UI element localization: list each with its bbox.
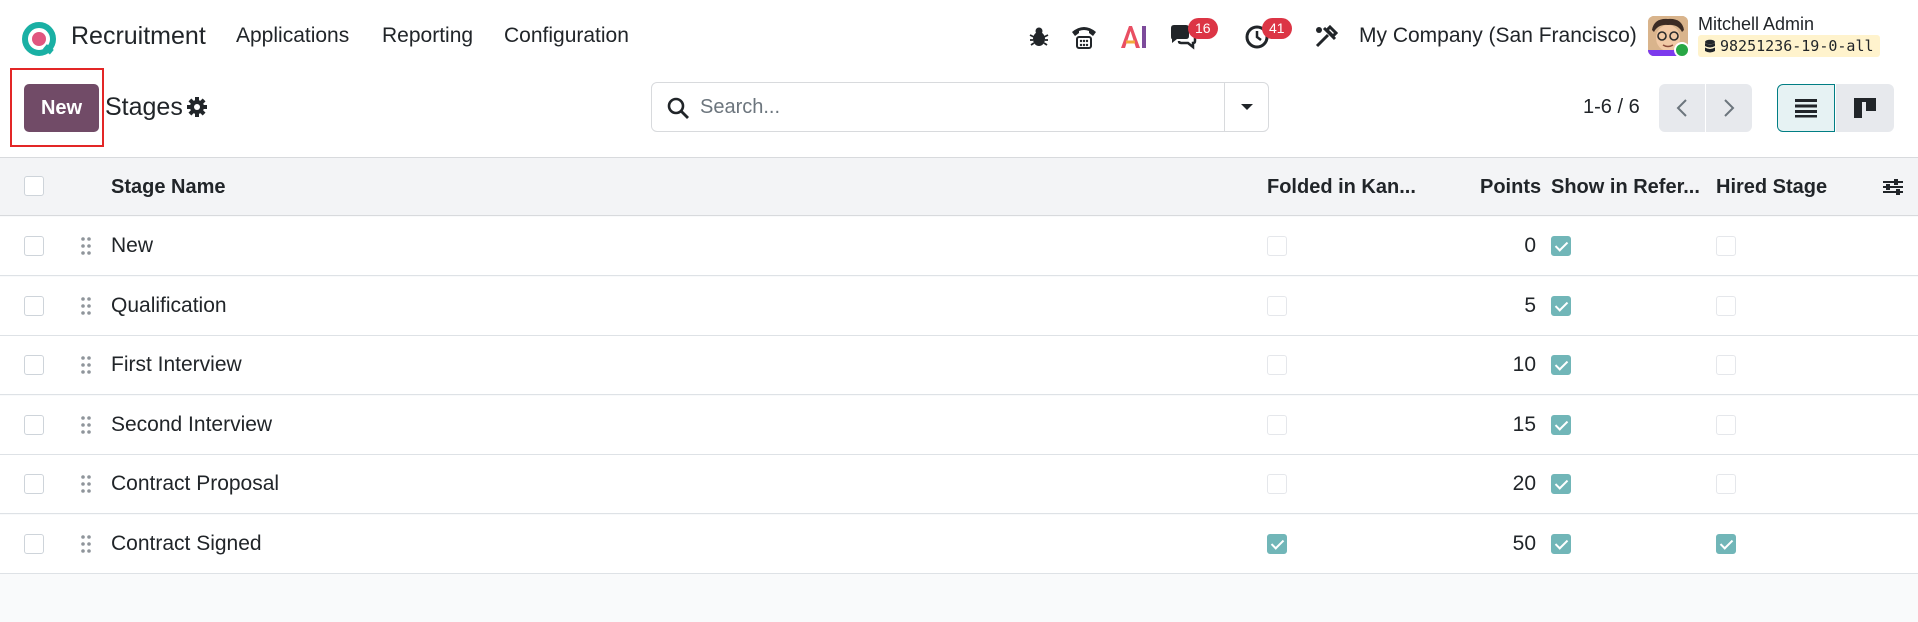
stage-name-cell[interactable]: Contract Proposal [111,472,279,496]
list-view-button[interactable] [1777,84,1835,132]
folded-checkbox[interactable] [1267,474,1287,494]
column-folded-in-kanban[interactable]: Folded in Kan... [1267,176,1416,199]
stage-name-cell[interactable]: Contract Signed [111,532,262,556]
show-in-referral-checkbox[interactable] [1551,534,1571,554]
select-all-checkbox[interactable] [24,176,44,196]
kanban-view-icon [1854,98,1876,118]
search-input[interactable] [700,93,1200,121]
show-in-referral-checkbox[interactable] [1551,236,1571,256]
drag-handle-icon[interactable] [80,236,92,256]
stage-name-cell[interactable]: New [111,234,153,258]
stage-name-cell[interactable]: First Interview [111,353,242,377]
table-row[interactable]: Qualification 5 [0,277,1918,336]
folded-checkbox[interactable] [1267,415,1287,435]
stage-name-cell[interactable]: Qualification [111,294,227,318]
hired-stage-checkbox[interactable] [1716,236,1736,256]
pager-value[interactable]: 1-6 / 6 [1583,96,1640,119]
drag-handle-icon[interactable] [80,296,92,316]
points-cell[interactable]: 0 [1480,234,1536,258]
debug-bug-icon[interactable] [1022,20,1056,54]
kanban-view-button[interactable] [1836,84,1894,132]
breadcrumb-stages: Stages [105,93,183,121]
points-cell[interactable]: 15 [1480,413,1536,437]
points-cell[interactable]: 10 [1480,353,1536,377]
folded-checkbox[interactable] [1267,355,1287,375]
new-button[interactable]: New [24,84,99,132]
database-badge: 98251236-19-0-all [1698,35,1880,57]
row-select-checkbox[interactable] [24,236,44,256]
chevron-right-icon [1724,99,1735,117]
hired-stage-checkbox[interactable] [1716,415,1736,435]
phone-icon[interactable] [1067,20,1101,54]
table-row[interactable]: Contract Proposal 20 [0,455,1918,514]
tools-icon[interactable] [1309,20,1343,54]
show-in-referral-checkbox[interactable] [1551,355,1571,375]
drag-handle-icon[interactable] [80,474,92,494]
database-name: 98251236-19-0-all [1720,37,1874,55]
menu-reporting[interactable]: Reporting [382,24,473,48]
pager-next-button[interactable] [1706,84,1752,132]
table-row[interactable]: Contract Signed 50 [0,515,1918,574]
row-select-checkbox[interactable] [24,534,44,554]
search-bar [651,82,1269,132]
show-in-referral-checkbox[interactable] [1551,415,1571,435]
drag-handle-icon[interactable] [80,415,92,435]
list-view-icon [1795,99,1817,118]
user-name[interactable]: Mitchell Admin [1698,14,1814,35]
points-cell[interactable]: 50 [1480,532,1536,556]
search-icon [667,97,689,119]
menu-configuration[interactable]: Configuration [504,24,629,48]
stage-name-cell[interactable]: Second Interview [111,413,272,437]
ai-icon[interactable] [1117,20,1151,54]
messages-count-badge: 16 [1188,18,1218,39]
top-navbar: Recruitment Applications Reporting Confi… [0,0,1918,74]
online-status-dot [1674,42,1690,58]
row-select-checkbox[interactable] [24,355,44,375]
gear-icon[interactable] [186,96,208,118]
pager-previous-button[interactable] [1659,84,1705,132]
company-switcher[interactable]: My Company (San Francisco) [1359,24,1637,48]
activities-count-badge: 41 [1262,18,1292,39]
column-hired-stage[interactable]: Hired Stage [1716,176,1827,199]
show-in-referral-checkbox[interactable] [1551,296,1571,316]
folded-checkbox[interactable] [1267,296,1287,316]
search-options-toggle[interactable] [1224,83,1268,131]
drag-handle-icon[interactable] [80,355,92,375]
caret-down-icon [1240,104,1253,110]
points-cell[interactable]: 5 [1480,294,1536,318]
list-header: Stage Name Folded in Kan... Points Show … [0,158,1918,216]
chevron-left-icon [1676,99,1687,117]
optional-columns-toggle-icon[interactable] [1882,177,1904,197]
menu-applications[interactable]: Applications [236,24,349,48]
column-stage-name[interactable]: Stage Name [111,176,226,199]
table-row[interactable]: Second Interview 15 [0,396,1918,455]
hired-stage-checkbox[interactable] [1716,355,1736,375]
row-select-checkbox[interactable] [24,296,44,316]
points-cell[interactable]: 20 [1480,472,1536,496]
folded-checkbox[interactable] [1267,236,1287,256]
database-icon [1705,39,1715,52]
row-select-checkbox[interactable] [24,415,44,435]
table-row[interactable]: New 0 [0,217,1918,276]
hired-stage-checkbox[interactable] [1716,534,1736,554]
drag-handle-icon[interactable] [80,534,92,554]
folded-checkbox[interactable] [1267,534,1287,554]
table-row[interactable]: First Interview 10 [0,336,1918,395]
column-show-in-referral[interactable]: Show in Refer... [1551,176,1700,199]
app-logo-icon[interactable] [22,22,56,56]
hired-stage-checkbox[interactable] [1716,296,1736,316]
row-select-checkbox[interactable] [24,474,44,494]
app-name[interactable]: Recruitment [71,22,206,51]
show-in-referral-checkbox[interactable] [1551,474,1571,494]
hired-stage-checkbox[interactable] [1716,474,1736,494]
column-points[interactable]: Points [1480,176,1541,199]
